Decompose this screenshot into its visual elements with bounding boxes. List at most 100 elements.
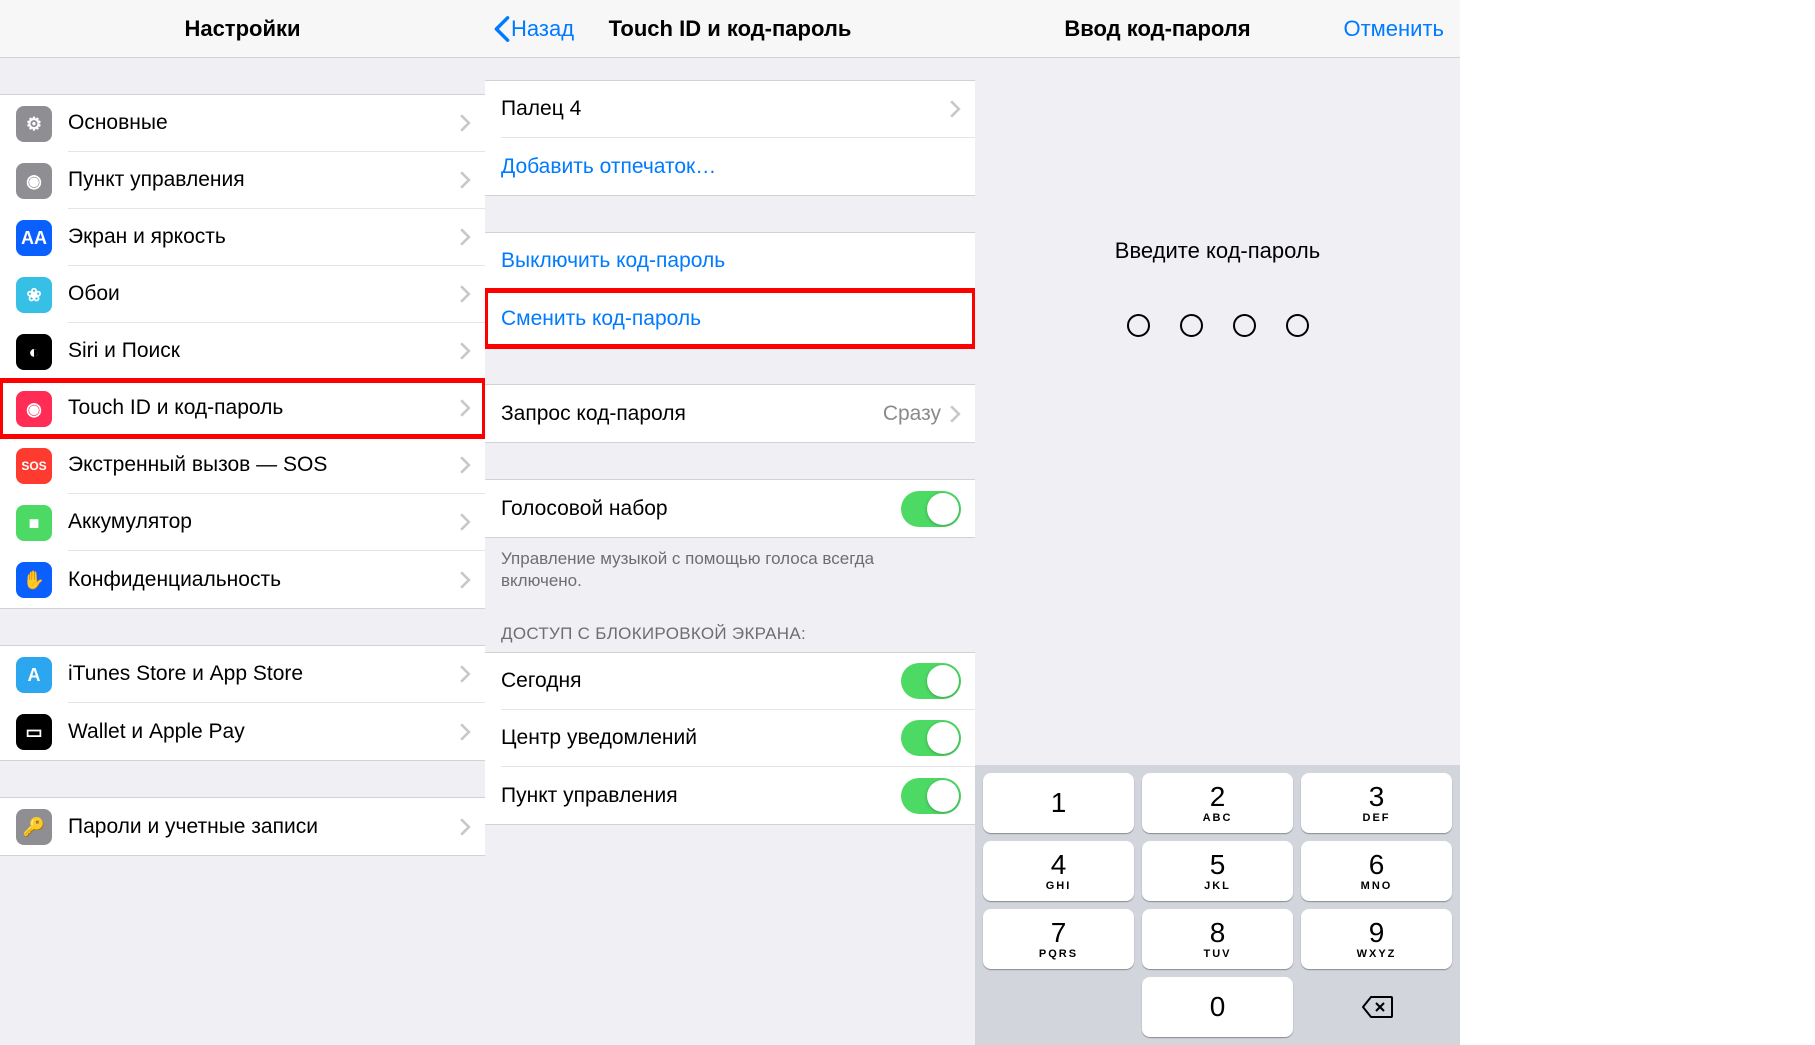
settings-cell[interactable]: ◐Siri и Поиск — [0, 323, 485, 380]
lockscreen-item-toggle[interactable] — [901, 663, 961, 699]
chevron-right-icon — [459, 456, 471, 474]
keypad-blank — [983, 977, 1134, 1037]
settings-cell[interactable]: AA Экран и яркость — [0, 209, 485, 266]
privacy-icon: ✋ — [16, 562, 52, 598]
navbar-touchid: Назад Touch ID и код-пароль — [485, 0, 975, 58]
passcode-area: Введите код-пароль — [975, 58, 1460, 337]
chevron-right-icon — [459, 114, 471, 132]
settings-cell[interactable]: ◉Пункт управления — [0, 152, 485, 209]
nav-title: Ввод код-пароля — [987, 16, 1328, 42]
keypad-key-4[interactable]: 4GHI — [983, 841, 1134, 901]
keypad-key-number: 4 — [1051, 851, 1067, 879]
keypad-key-3[interactable]: 3DEF — [1301, 773, 1452, 833]
keypad-key-letters: PQRS — [1039, 948, 1078, 960]
settings-cell[interactable]: ▭Wallet и Apple Pay — [0, 703, 485, 760]
settings-cell[interactable]: 🔑Пароли и учетные записи — [0, 798, 485, 855]
numeric-keypad: 12ABC3DEF4GHI5JKL6MNO7PQRS8TUV9WXYZ0 — [975, 765, 1460, 1045]
settings-cell[interactable]: ◉ Touch ID и код-пароль — [0, 380, 485, 437]
keypad-key-letters: JKL — [1204, 880, 1231, 892]
keypad-key-7[interactable]: 7PQRS — [983, 909, 1134, 969]
keypad-key-letters: ABC — [1203, 812, 1233, 824]
keypad-key-0[interactable]: 0 — [1142, 977, 1293, 1037]
lockscreen-header: ДОСТУП С БЛОКИРОВКОЙ ЭКРАНА: — [485, 602, 975, 652]
disable-passcode-label: Выключить код-пароль — [501, 249, 961, 273]
keypad-key-number: 9 — [1369, 919, 1385, 947]
keypad-key-6[interactable]: 6MNO — [1301, 841, 1452, 901]
cancel-button[interactable]: Отменить — [1343, 16, 1444, 42]
settings-cell-label: Обои — [68, 282, 459, 306]
passcode-dot — [1127, 314, 1150, 337]
passcode-dot — [1180, 314, 1203, 337]
keypad-key-letters: MNO — [1361, 880, 1393, 892]
lockscreen-item-cell[interactable]: Центр уведомлений — [485, 710, 975, 767]
chevron-right-icon — [459, 171, 471, 189]
add-fingerprint-cell[interactable]: Добавить отпечаток… — [485, 138, 975, 195]
touchid-icon: ◉ — [16, 391, 52, 427]
keypad-key-letters: WXYZ — [1357, 948, 1397, 960]
chevron-right-icon — [949, 100, 961, 118]
keypad-key-number: 8 — [1210, 919, 1226, 947]
voice-dial-cell[interactable]: Голосовой набор — [485, 480, 975, 537]
settings-cell-label: Аккумулятор — [68, 510, 459, 534]
voice-dial-label: Голосовой набор — [501, 497, 901, 521]
settings-cell-label: Touch ID и код-пароль — [68, 396, 459, 420]
settings-cell-label: Основные — [68, 111, 459, 135]
settings-cell-label: Экстренный вызов — SOS — [68, 453, 459, 477]
passcode-dot — [1286, 314, 1309, 337]
lockscreen-item-label: Сегодня — [501, 669, 901, 693]
nav-title: Настройки — [184, 16, 300, 42]
display-icon: AA — [16, 220, 52, 256]
voice-dial-toggle[interactable] — [901, 491, 961, 527]
keypad-key-number: 0 — [1210, 993, 1226, 1021]
settings-cell[interactable]: ■Аккумулятор — [0, 494, 485, 551]
change-passcode-label: Сменить код-пароль — [501, 307, 961, 331]
settings-cell[interactable]: SOSЭкстренный вызов — SOS — [0, 437, 485, 494]
settings-cell[interactable]: ⚙ Основные — [0, 95, 485, 152]
lockscreen-item-toggle[interactable] — [901, 720, 961, 756]
settings-cell[interactable]: ❀Обои — [0, 266, 485, 323]
lockscreen-item-label: Пункт управления — [501, 784, 901, 808]
appstore-icon: A — [16, 657, 52, 693]
back-button[interactable]: Назад — [493, 15, 574, 43]
accounts-icon: 🔑 — [16, 809, 52, 845]
keypad-key-8[interactable]: 8TUV — [1142, 909, 1293, 969]
touchid-panel: Назад Touch ID и код-пароль Палец 4 Доба… — [485, 0, 975, 1045]
navbar-settings: Настройки — [0, 0, 485, 58]
control-center-icon: ◉ — [16, 163, 52, 199]
require-passcode-value: Сразу — [883, 402, 941, 426]
lockscreen-item-cell[interactable]: Пункт управления — [485, 767, 975, 824]
settings-content: ⚙ Основные ◉Пункт управления AA Экран и ярко… — [0, 58, 485, 1045]
keypad-key-9[interactable]: 9WXYZ — [1301, 909, 1452, 969]
lockscreen-item-label: Центр уведомлений — [501, 726, 901, 750]
require-passcode-cell[interactable]: Запрос код-пароля Сразу — [485, 385, 975, 442]
keypad-key-number: 5 — [1210, 851, 1226, 879]
keypad-delete[interactable] — [1301, 977, 1452, 1037]
settings-cell-label: Siri и Поиск — [68, 339, 459, 363]
chevron-right-icon — [459, 285, 471, 303]
gear-icon: ⚙ — [16, 106, 52, 142]
keypad-key-letters: TUV — [1204, 948, 1232, 960]
chevron-right-icon — [459, 228, 471, 246]
settings-cell[interactable]: AiTunes Store и App Store — [0, 646, 485, 703]
chevron-right-icon — [459, 571, 471, 589]
passcode-prompt: Введите код-пароль — [1115, 238, 1320, 264]
settings-cell[interactable]: ✋Конфиденциальность — [0, 551, 485, 608]
fingerprint-label: Палец 4 — [501, 97, 949, 121]
keypad-key-letters: DEF — [1363, 812, 1391, 824]
keypad-key-5[interactable]: 5JKL — [1142, 841, 1293, 901]
settings-panel: Настройки ⚙ Основные ◉Пункт управления AA Эк… — [0, 0, 485, 1045]
lockscreen-item-cell[interactable]: Сегодня — [485, 653, 975, 710]
lockscreen-item-toggle[interactable] — [901, 778, 961, 814]
chevron-right-icon — [949, 405, 961, 423]
change-passcode-cell[interactable]: Сменить код-пароль — [485, 290, 975, 347]
passcode-dots — [1127, 314, 1309, 337]
keypad-key-number: 3 — [1369, 783, 1385, 811]
settings-cell-label: Экран и яркость — [68, 225, 459, 249]
keypad-key-2[interactable]: 2ABC — [1142, 773, 1293, 833]
disable-passcode-cell[interactable]: Выключить код-пароль — [485, 233, 975, 290]
keypad-key-1[interactable]: 1 — [983, 773, 1134, 833]
fingerprint-cell[interactable]: Палец 4 — [485, 81, 975, 138]
add-fingerprint-label: Добавить отпечаток… — [501, 155, 961, 179]
chevron-right-icon — [459, 513, 471, 531]
keypad-key-number: 6 — [1369, 851, 1385, 879]
